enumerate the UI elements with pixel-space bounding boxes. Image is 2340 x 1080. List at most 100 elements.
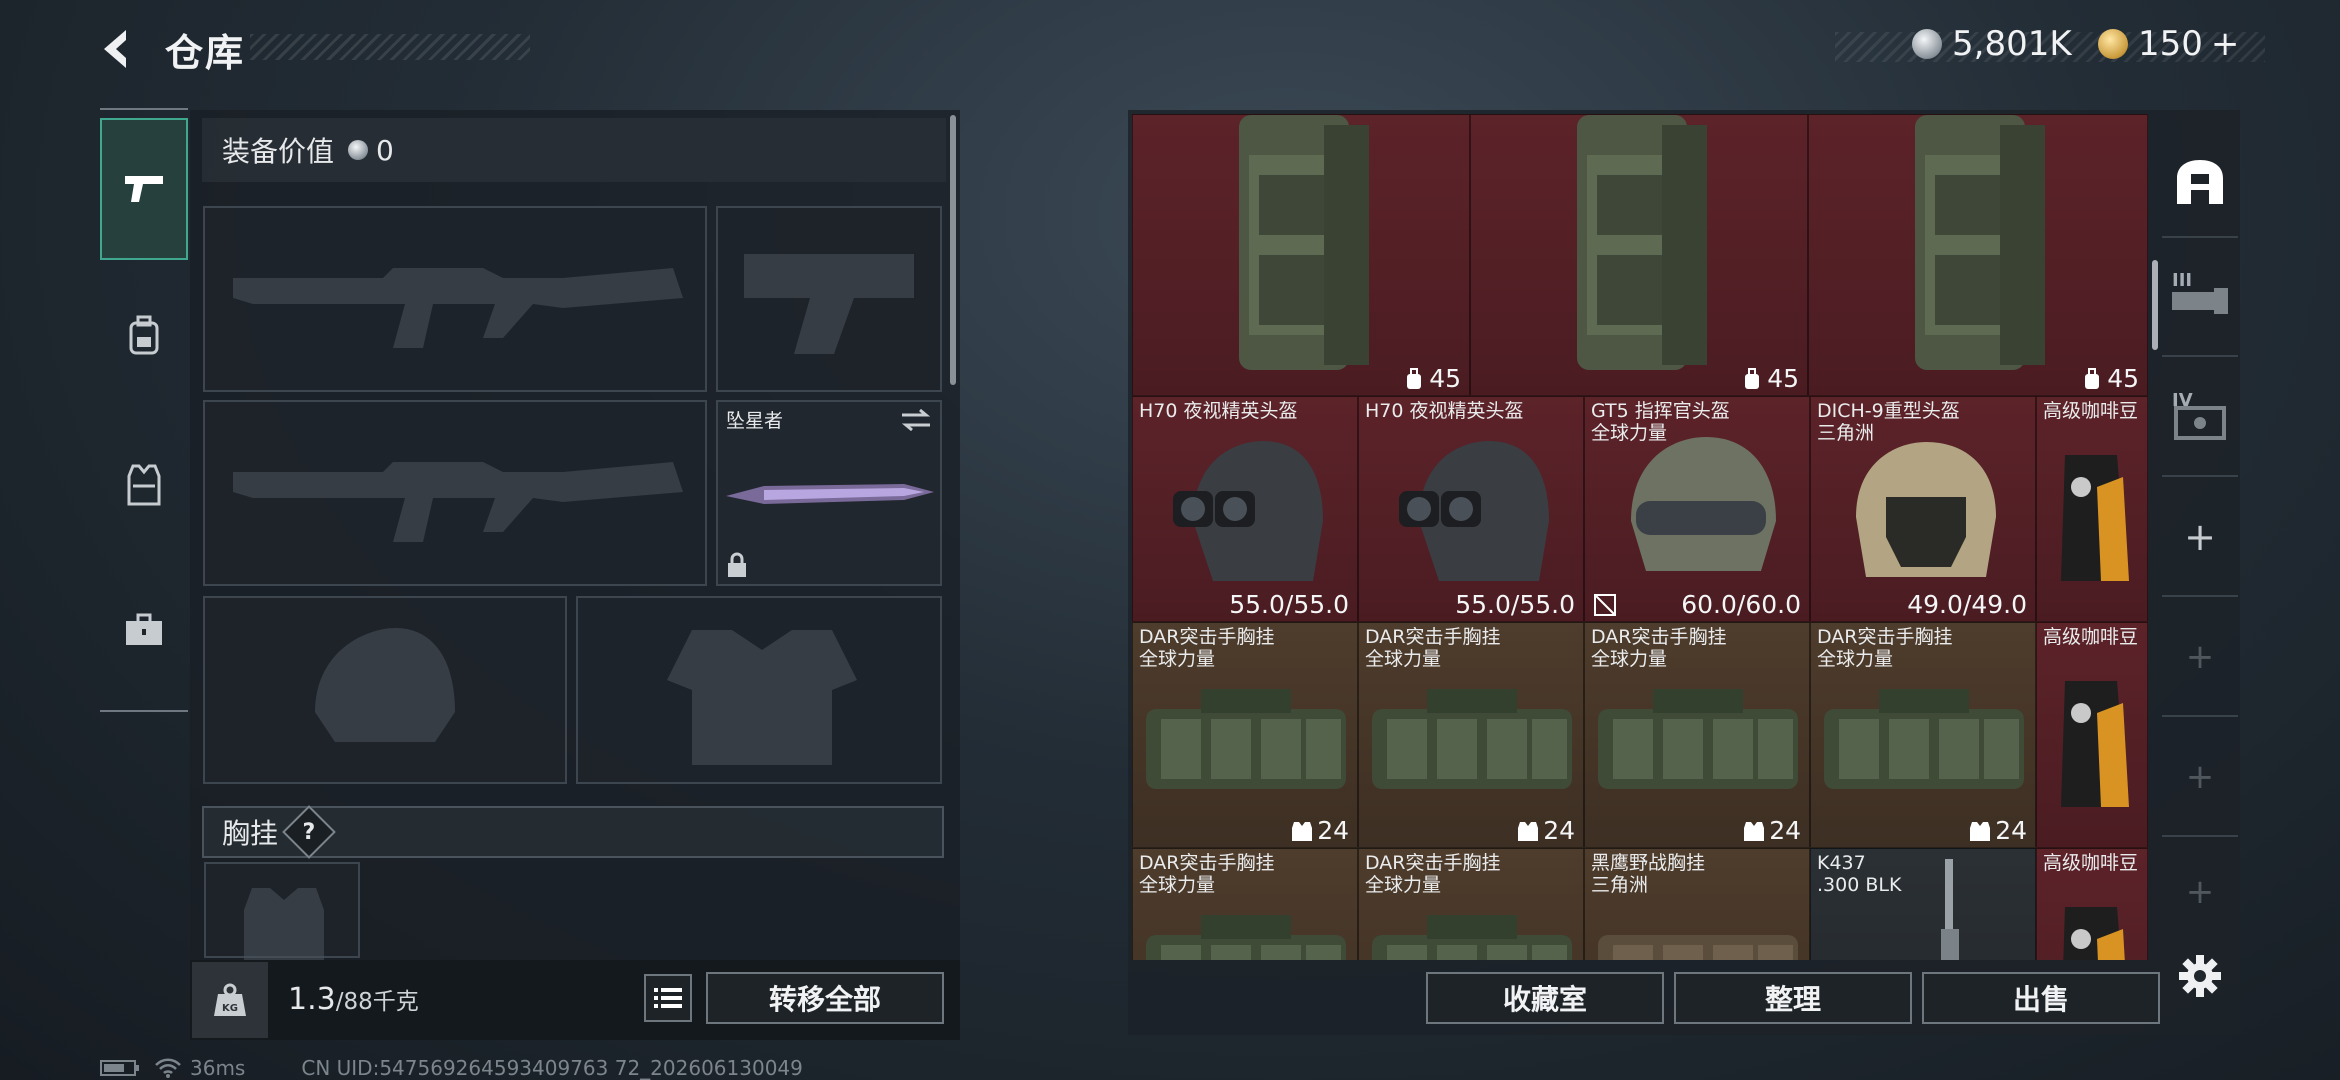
item-backpack[interactable]: 45: [1808, 114, 2148, 396]
stash-tab-tier3[interactable]: III: [2162, 240, 2238, 350]
item-capacity: 24: [1517, 816, 1575, 845]
item-helmet[interactable]: H70 夜视精英头盔 55.0/55.0: [1132, 396, 1358, 622]
weight-max: /88千克: [335, 989, 419, 1015]
item-coffee[interactable]: 高级咖啡豆: [2036, 848, 2148, 960]
item-chest-rig[interactable]: DAR突击手胸挂 全球力量: [1132, 848, 1358, 960]
melee-slot[interactable]: 坠星者: [716, 400, 942, 586]
helmet-slot[interactable]: [203, 596, 567, 784]
item-rifle[interactable]: K437 .300 BLK: [1810, 848, 2036, 960]
item-capacity: 45: [1403, 364, 1461, 393]
armor-silhouette-icon: [667, 630, 857, 765]
secondary-weapon-slot[interactable]: [203, 400, 707, 586]
item-coffee[interactable]: 高级咖啡豆: [2036, 622, 2148, 848]
rifle-silhouette-icon: [233, 462, 683, 542]
chest-rig-item-icon: [1146, 915, 1346, 960]
stash-tab-1[interactable]: [2162, 126, 2238, 236]
rifle-vertical-icon: [1941, 859, 1959, 960]
stash-tab-tier4[interactable]: IV: [2162, 360, 2238, 470]
item-helmet[interactable]: GT5 指挥官头盔 全球力量 60.0/60.0: [1584, 396, 1810, 622]
silver-coin-icon: [1912, 29, 1942, 59]
vest-badge-icon: [1970, 821, 1991, 841]
chest-rig-item-icon: [1146, 689, 1346, 789]
backpack-icon: [129, 315, 159, 355]
armor-slot[interactable]: [576, 596, 942, 784]
gear-icon: [2179, 955, 2221, 997]
list-icon: [654, 988, 682, 1008]
melee-name: 坠星者: [726, 410, 784, 432]
transfer-all-button[interactable]: 转移全部: [706, 972, 944, 1024]
weight-current: 1.3: [288, 982, 336, 1017]
nav-weapons-tab[interactable]: [100, 118, 188, 260]
backpack-badge-icon: [2085, 367, 2100, 389]
collection-room-button[interactable]: 收藏室: [1426, 972, 1664, 1024]
battery-icon: [100, 1060, 139, 1076]
item-chest-rig[interactable]: DAR突击手胸挂 全球力量 24: [1810, 622, 2036, 848]
backpack-item-icon: [1915, 115, 2045, 370]
nav-backpack-tab[interactable]: [100, 290, 188, 380]
stash-tab-divider: [2162, 835, 2238, 837]
chest-rig-item-icon: [1824, 689, 2024, 789]
commander-helmet-icon: [1631, 437, 1776, 571]
vest-icon: [127, 464, 161, 506]
item-durability: 55.0/55.0: [1229, 590, 1349, 619]
nav-vest-tab[interactable]: [100, 440, 188, 530]
nav-top-divider: [100, 108, 188, 110]
page-title: 仓库: [165, 31, 246, 75]
item-backpack[interactable]: 45: [1470, 114, 1808, 396]
item-helmet[interactable]: DICH-9重型头盔 三角洲 49.0/49.0: [1810, 396, 2036, 622]
knife-icon: [726, 484, 934, 504]
chest-rig-header: 胸挂 ?: [202, 805, 944, 859]
stash-scrollbar[interactable]: [2152, 260, 2158, 350]
nvg-helmet-icon: [1173, 441, 1323, 581]
item-capacity: 45: [2081, 364, 2139, 393]
equipment-value-label: 装备价值: [222, 135, 335, 168]
broken-shield-icon: [1594, 594, 1616, 616]
item-backpack[interactable]: 45: [1132, 114, 1470, 396]
item-chest-rig[interactable]: DAR突击手胸挂 全球力量: [1358, 848, 1584, 960]
back-button[interactable]: [96, 26, 142, 72]
item-chest-rig[interactable]: 黑鹰野战胸挂 三角洲: [1584, 848, 1810, 960]
coffee-bag-icon: [2061, 681, 2129, 807]
sort-button[interactable]: 整理: [1674, 972, 1912, 1024]
item-chest-rig[interactable]: DAR突击手胸挂 全球力量 24: [1584, 622, 1810, 848]
pistol-icon: [125, 176, 163, 202]
chest-rig-item-icon: [1372, 689, 1572, 789]
chest-rig-slot[interactable]: [204, 862, 360, 960]
nav-bottom-divider: [100, 710, 188, 712]
swap-icon[interactable]: [900, 408, 932, 432]
ping-readout: 36ms: [190, 1056, 246, 1080]
stash-tab-divider: [2162, 355, 2238, 357]
chest-rig-item-icon: [1598, 935, 1798, 960]
item-helmet[interactable]: H70 夜视精英头盔 55.0/55.0: [1358, 396, 1584, 622]
sell-button[interactable]: 出售: [1922, 972, 2160, 1024]
pistol-slot[interactable]: [716, 206, 942, 392]
locked-stash-slot: +: [2185, 757, 2215, 797]
helmet-silhouette-icon: [315, 628, 455, 742]
rifle-silhouette-icon: [233, 268, 683, 348]
back-arrow-icon: [104, 30, 126, 68]
item-chest-rig[interactable]: DAR突击手胸挂 全球力量 24: [1358, 622, 1584, 848]
settings-button[interactable]: [2178, 954, 2222, 998]
backpack-item-icon: [1239, 115, 1369, 370]
heavy-helmet-icon: [1856, 442, 1996, 577]
backpack-badge-icon: [1745, 367, 1760, 389]
loadout-scrollbar[interactable]: [950, 115, 956, 385]
tier4-icon: IV: [2170, 390, 2230, 440]
chest-rig-help-button[interactable]: ?: [282, 805, 336, 859]
add-currency-button[interactable]: +: [2211, 24, 2240, 64]
gold-currency[interactable]: 150 +: [2098, 24, 2239, 64]
add-stash-tab-button[interactable]: +: [2162, 482, 2238, 592]
nav-case-tab[interactable]: [100, 585, 188, 675]
item-durability: 49.0/49.0: [1907, 590, 2027, 619]
stash-tab-divider: [2162, 475, 2238, 477]
pistol-silhouette-icon: [744, 254, 914, 354]
backpack-badge-icon: [1407, 367, 1422, 389]
primary-weapon-slot[interactable]: [203, 206, 707, 392]
stash-tab-divider: [2162, 236, 2238, 238]
item-coffee[interactable]: 高级咖啡豆: [2036, 396, 2148, 622]
item-chest-rig[interactable]: DAR突击手胸挂 全球力量 24: [1132, 622, 1358, 848]
title-decoration: [250, 34, 530, 60]
coffee-bag-icon: [2061, 455, 2129, 581]
list-view-button[interactable]: [644, 974, 692, 1022]
lock-icon: [728, 552, 746, 577]
